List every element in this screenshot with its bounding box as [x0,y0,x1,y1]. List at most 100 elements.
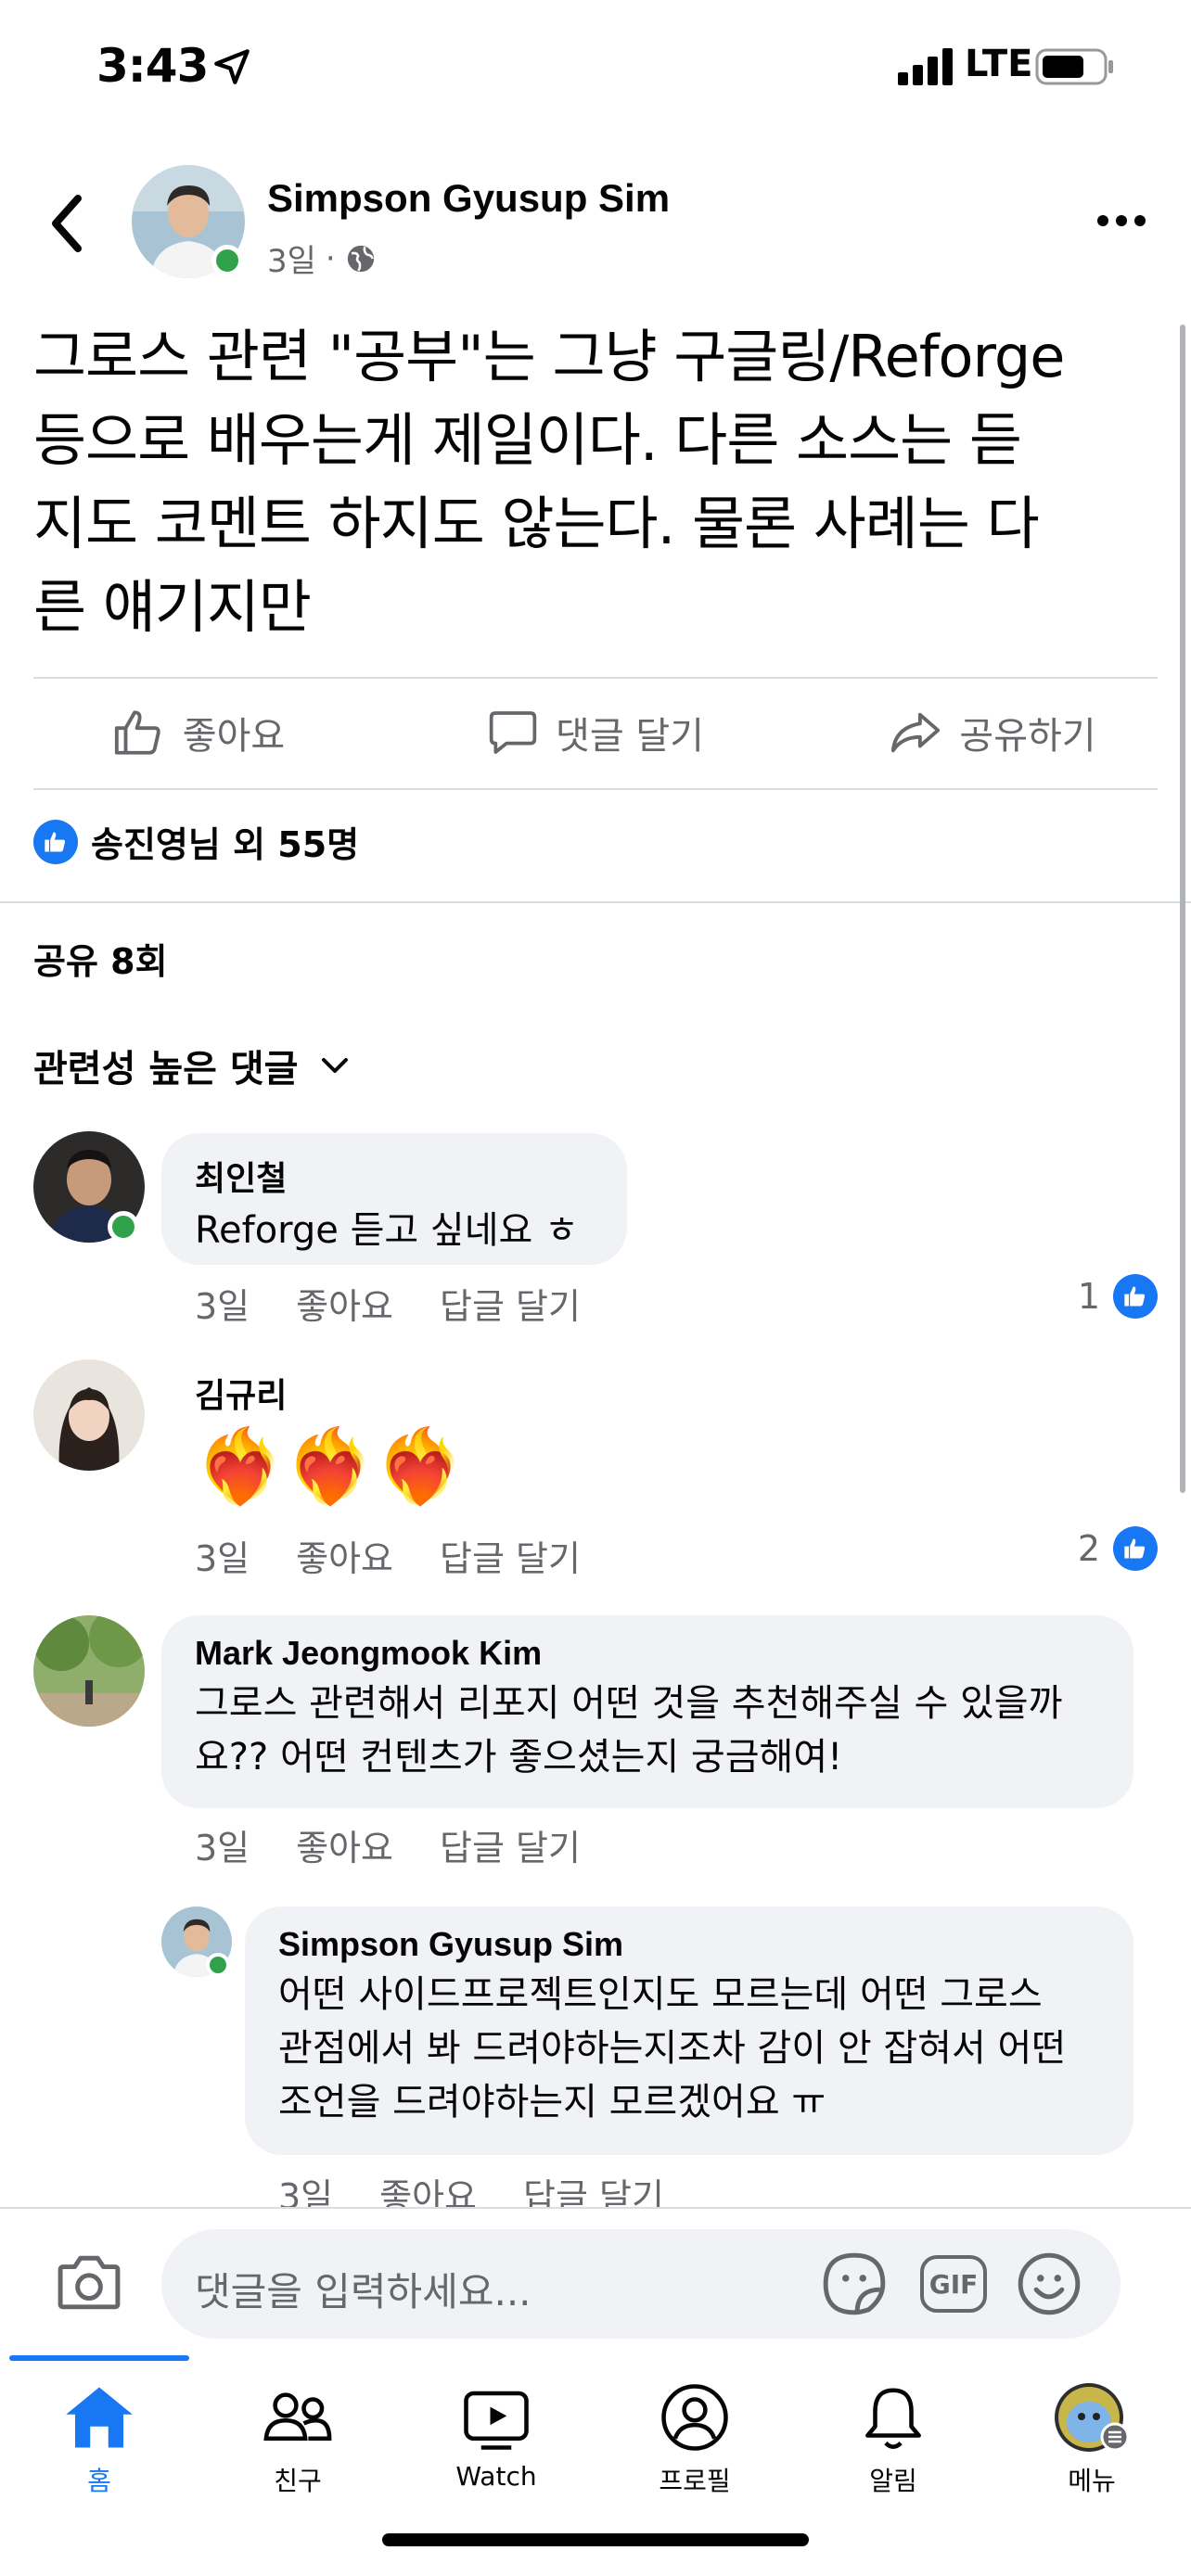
status-time: 3:43 [96,39,209,93]
comment-time: 3일 [195,1538,250,1579]
watch-icon [464,2391,529,2450]
post-text-line: 지도 코멘트 하지도 않는다. 물론 사례는 다 [33,490,1040,557]
comment-bubble: 최인철 Reforge 듣고 싶네요 ㅎ [161,1133,627,1265]
cellular-signal-icon [898,48,953,85]
comment-time: 3일 [195,1828,250,1868]
tab-watch[interactable]: Watch [397,2381,596,2492]
comment-meta: 3일 좋아요 답글 달기 [195,1819,581,1870]
comment-like-button[interactable]: 좋아요 [296,1819,393,1870]
reply-bubble: Simpson Gyusup Sim 어떤 사이드프로젝트인지도 모르는데 어떤… [245,1906,1133,2155]
likes-text: 송진영님 외 55명 [91,824,360,865]
tab-label: 홈 [87,2466,111,2496]
profile-icon [661,2384,728,2451]
comment-sort-dropdown[interactable]: 관련성 높은 댓글 [33,1039,350,1092]
commenter-name[interactable]: Mark Jeongmook Kim [195,1634,1100,1673]
bell-icon [865,2388,921,2449]
comment-reply-button[interactable]: 답글 달기 [440,1819,581,1870]
comment-reply-button[interactable]: 답글 달기 [440,1278,581,1329]
comment-text-line: 조언을 드려야하는지 모르겠어요 ㅠ [278,2081,826,2123]
commenter-avatar[interactable] [33,1615,145,1727]
commenter-name[interactable]: 최인철 [195,1152,594,1200]
comment-text-line: 어떤 사이드프로젝트인지도 모르는데 어떤 그로스 [278,1973,1043,2016]
emoji-icon[interactable] [1015,2250,1083,2318]
likes-summary[interactable]: 송진영님 외 55명 [33,816,359,867]
post-time[interactable]: 3일 [267,236,316,281]
sticker-icon[interactable] [820,2250,889,2318]
meta-separator: · [325,239,336,277]
scrollbar[interactable] [1180,325,1185,1493]
tab-home[interactable]: 홈 [0,2381,198,2498]
online-indicator [108,1211,139,1243]
online-indicator [211,245,243,276]
comment-text-line: 그로스 관련해서 리포지 어떤 것을 추천해주실 수 있을까 [195,1682,1063,1725]
share-label: 공유하기 [959,715,1096,758]
comment-text-line: 관점에서 봐 드려야하는지조차 감이 안 잡혀서 어떤 [278,2027,1067,2070]
tab-label: 프로필 [659,2466,731,2496]
post-text-line: 른 얘기지만 [33,573,312,641]
tab-label: 알림 [869,2466,917,2496]
comment-meta: 3일 좋아요 답글 달기 [195,1530,581,1581]
section-divider [0,901,1191,903]
author-name[interactable]: Simpson Gyusup Sim [267,176,670,221]
post-header: Simpson Gyusup Sim 3일 · [0,158,1191,297]
comment-text: 그로스 관련해서 리포지 어떤 것을 추천해주실 수 있을까 요?? 어떤 컨텐… [195,1677,1100,1784]
menu-avatar-icon [1055,2383,1130,2452]
comment-input-placeholder: 댓글을 입력하세요... [195,2269,531,2315]
comment-time: 3일 [195,1286,250,1327]
post-text-line: 등으로 배우는게 제일이다. 다른 소스는 듣 [33,406,1022,474]
post-text-line: 그로스 관련 "공부"는 그냥 구글링/Reforge [33,323,1065,390]
comment-emoji: ❤️‍🔥❤️‍🔥❤️‍🔥 [195,1425,466,1509]
like-reaction-icon [33,819,78,864]
comment-bubble-icon [489,711,537,754]
comment-text: 어떤 사이드프로젝트인지도 모르는데 어떤 그로스 관점에서 봐 드려야하는지조… [278,1968,1100,2129]
comment-block: 김규리 ❤️‍🔥❤️‍🔥❤️‍🔥 [195,1369,465,1513]
sort-label: 관련성 높은 댓글 [33,1048,299,1090]
comment-input[interactable]: 댓글을 입력하세요... GIF [161,2229,1121,2339]
tab-notifications[interactable]: 알림 [794,2381,992,2498]
like-button[interactable]: 좋아요 [0,686,397,779]
comment-text-line: 요?? 어떤 컨텐츠가 좋으셨는지 궁금해여! [195,1736,843,1779]
camera-icon[interactable] [54,2250,124,2313]
comment-input-bar: 댓글을 입력하세요... GIF [0,2207,1191,2355]
like-reaction-icon [1113,1526,1158,1571]
tab-friends[interactable]: 친구 [198,2381,397,2498]
commenter-name[interactable]: 김규리 [195,1369,465,1417]
comment-text: Reforge 듣고 싶네요 ㅎ [195,1209,579,1252]
globe-icon [347,245,374,272]
share-arrow-icon [891,712,941,753]
comment-reaction-count[interactable]: 1 [1078,1274,1158,1319]
back-arrow-icon[interactable] [45,191,91,256]
location-arrow-icon [214,49,250,84]
gif-button[interactable]: GIF [920,2255,987,2313]
home-icon [66,2387,133,2448]
comment-bubble: Mark Jeongmook Kim 그로스 관련해서 리포지 어떤 것을 추천… [161,1615,1133,1808]
comment-label: 댓글 달기 [556,715,704,758]
divider [33,788,1158,790]
friends-icon [263,2392,332,2442]
bottom-tab-bar: 홈 친구 Watch 프로필 알림 메뉴 [0,2355,1191,2576]
comment-like-button[interactable]: 좋아요 [296,1278,393,1329]
comment-reply-button[interactable]: 답글 달기 [440,1530,581,1581]
share-button[interactable]: 공유하기 [794,686,1191,779]
comment-like-button[interactable]: 좋아요 [296,1530,393,1581]
more-options-icon[interactable] [1096,211,1146,230]
battery-icon [1035,48,1113,85]
reaction-count: 1 [1077,1276,1100,1317]
status-bar: 3:43 LTE [0,0,1191,139]
tab-label: Watch [455,2461,537,2492]
active-tab-indicator [9,2355,189,2361]
commenter-name[interactable]: Simpson Gyusup Sim [278,1925,1100,1964]
share-count[interactable]: 공유 8회 [33,933,168,984]
home-indicator [382,2533,809,2546]
network-type: LTE [965,43,1033,85]
comment-button[interactable]: 댓글 달기 [397,686,794,779]
tab-menu[interactable]: 메뉴 [992,2381,1191,2498]
comment-reaction-count[interactable]: 2 [1078,1526,1158,1571]
tab-profile[interactable]: 프로필 [596,2381,794,2498]
commenter-avatar[interactable] [33,1359,145,1471]
post-meta: 3일 · [267,236,377,281]
post-text: 그로스 관련 "공부"는 그냥 구글링/Reforge 등으로 배우는게 제일이… [33,315,1165,649]
tab-label: 메뉴 [1068,2466,1116,2496]
like-reaction-icon [1113,1274,1158,1319]
reaction-count: 2 [1077,1528,1100,1569]
